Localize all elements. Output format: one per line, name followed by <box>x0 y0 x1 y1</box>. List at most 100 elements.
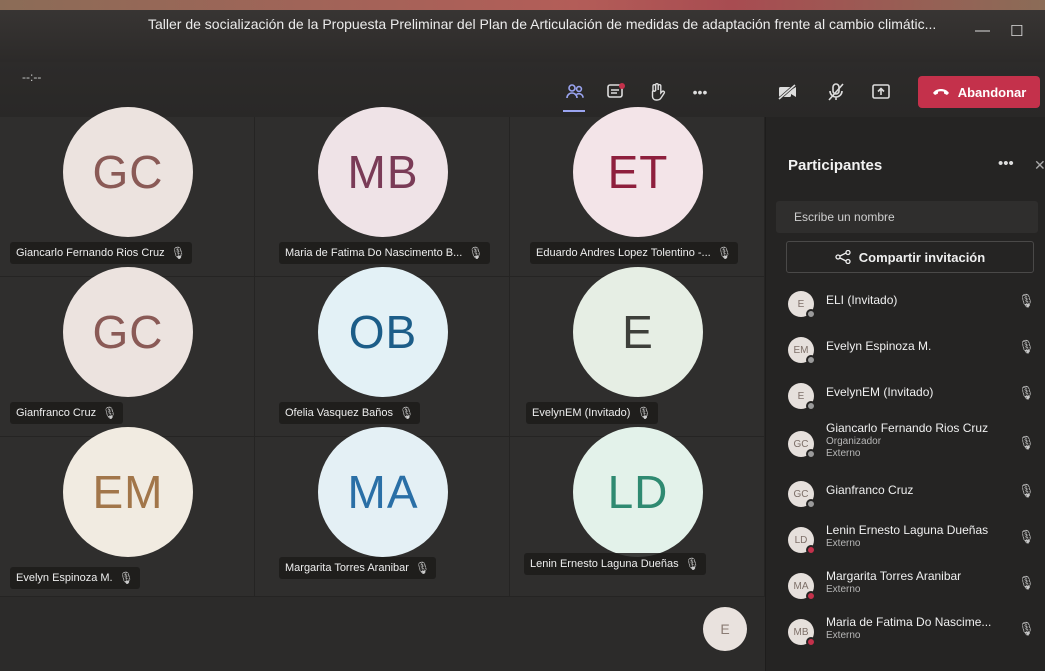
avatar: EM <box>63 427 193 557</box>
participant-name-chip: Gianfranco Cruz 🎙︎ <box>10 402 124 424</box>
participant-list-item[interactable]: GC Gianfranco Cruz 🎙︎ <box>766 475 1045 521</box>
avatar-initials: MA <box>347 466 419 518</box>
title-bar: Taller de socialización de la Propuesta … <box>0 0 1045 62</box>
chat-icon[interactable] <box>604 80 628 104</box>
camera-off-icon-svg <box>777 82 797 102</box>
video-tile[interactable]: GC Gianfranco Cruz 🎙︎ <box>0 267 255 437</box>
video-tile[interactable]: MB Maria de Fatima Do Nascimento B... 🎙︎ <box>255 107 510 277</box>
mic-off-icon: 🎙︎ <box>1018 293 1035 308</box>
avatar: LD <box>573 427 703 557</box>
avatar-initials: E <box>622 306 654 358</box>
participants-panel: Participantes ••• ✕ Escribe un nombre Co… <box>765 117 1045 671</box>
participant-name: Margarita Torres Aranibar <box>285 562 409 574</box>
avatar-initials: GC <box>92 146 164 198</box>
video-grid: GC Giancarlo Fernando Rios Cruz 🎙︎ MB Mar… <box>0 107 765 671</box>
participant-name: Evelyn Espinoza M. <box>826 339 932 353</box>
camera-off-icon[interactable] <box>776 80 800 104</box>
participant-name: Maria de Fatima Do Nascime... <box>826 615 992 629</box>
presence-status-icon <box>806 449 816 459</box>
participant-name-chip: Eduardo Andres Lopez Tolentino -... 🎙︎ <box>530 242 738 264</box>
participant-name: Gianfranco Cruz <box>16 407 97 419</box>
participant-name-chip: Giancarlo Fernando Rios Cruz 🎙︎ <box>10 242 192 264</box>
mic-off-icon: 🎙︎ <box>1018 575 1035 590</box>
video-tile[interactable]: MA Margarita Torres Aranibar 🎙︎ <box>255 427 510 597</box>
participant-name-chip: Evelyn Espinoza M. 🎙︎ <box>10 567 140 589</box>
participant-list-item[interactable]: E ELI (Invitado) 🎙︎ <box>766 285 1045 331</box>
participant-name: Margarita Torres Aranibar <box>826 569 962 583</box>
video-tile[interactable]: LD Lenin Ernesto Laguna Dueñas 🎙︎ <box>510 427 765 597</box>
participant-name-chip: Ofelia Vasquez Baños 🎙︎ <box>279 402 421 424</box>
participant-list-item[interactable]: EM Evelyn Espinoza M. 🎙︎ <box>766 331 1045 377</box>
participant-list-item[interactable]: MA Margarita Torres Aranibar Externo 🎙︎ <box>766 567 1045 613</box>
video-tile[interactable]: EM Evelyn Espinoza M. 🎙︎ <box>0 427 255 597</box>
participant-list-item[interactable]: LD Lenin Ernesto Laguna Dueñas Externo 🎙︎ <box>766 521 1045 567</box>
leave-button[interactable]: Abandonar <box>918 76 1040 108</box>
participant-name: ELI (Invitado) <box>826 293 898 307</box>
mic-off-icon: 🎙︎ <box>170 246 186 260</box>
participant-list-item[interactable]: E EvelynEM (Invitado) 🎙︎ <box>766 377 1045 423</box>
mic-off-icon: 🎙︎ <box>118 571 134 585</box>
leave-label: Abandonar <box>957 84 1027 100</box>
share-icon <box>835 250 851 264</box>
participant-name-chip: Lenin Ernesto Laguna Dueñas 🎙︎ <box>524 553 706 575</box>
mic-off-icon: 🎙︎ <box>1018 529 1035 544</box>
close-icon[interactable]: ✕ <box>1034 157 1045 174</box>
share-screen-icon[interactable] <box>869 80 893 104</box>
participant-name: Evelyn Espinoza M. <box>16 572 113 584</box>
mic-off-icon[interactable] <box>824 80 848 104</box>
participant-name: EvelynEM (Invitado) <box>532 407 631 419</box>
people-icon-svg <box>566 84 584 99</box>
participant-name: Giancarlo Fernando Rios Cruz <box>16 247 165 259</box>
people-icon[interactable] <box>563 80 587 104</box>
presence-status-icon <box>806 309 816 319</box>
avatar-initials: MB <box>793 626 809 638</box>
phone-hangup-icon <box>932 89 949 95</box>
minimize-button[interactable]: — <box>975 22 990 39</box>
self-video-avatar[interactable]: E <box>703 607 747 651</box>
mic-off-icon: 🎙︎ <box>414 561 431 575</box>
avatar: GC <box>63 267 193 397</box>
participant-role: Externo <box>826 630 861 641</box>
participant-name: Giancarlo Fernando Rios Cruz <box>826 421 989 435</box>
avatar-initials: GC <box>793 438 809 450</box>
avatar-initials: ET <box>607 146 669 198</box>
mic-off-icon: 🎙︎ <box>636 406 652 420</box>
avatar-initials: E <box>797 390 805 402</box>
presence-status-icon <box>806 355 816 365</box>
avatar: MA <box>318 427 448 557</box>
window-title: Taller de socialización de la Propuesta … <box>148 16 937 32</box>
share-invite-button[interactable]: Compartir invitación <box>786 241 1034 273</box>
invite-label: Compartir invitación <box>858 249 986 265</box>
presence-status-icon <box>806 401 816 411</box>
panel-title: Participantes <box>788 157 883 174</box>
avatar-initials: OB <box>348 306 418 358</box>
participant-name: EvelynEM (Invitado) <box>826 385 934 399</box>
screen-bezel <box>0 0 1045 10</box>
mic-off-icon: 🎙︎ <box>399 406 415 420</box>
video-tile[interactable]: OB Ofelia Vasquez Baños 🎙︎ <box>255 267 510 437</box>
participant-role: Organizador <box>826 436 882 447</box>
avatar-initials: GC <box>793 488 809 500</box>
video-tile[interactable]: GC Giancarlo Fernando Rios Cruz 🎙︎ <box>0 107 255 277</box>
more-icon[interactable]: ••• <box>688 80 712 104</box>
meeting-toolbar: --:-- ••• Abandonar <box>0 62 1045 117</box>
mic-off-icon: 🎙︎ <box>1018 385 1035 400</box>
avatar-initials: GC <box>92 306 164 358</box>
panel-more-icon[interactable]: ••• <box>998 155 1014 172</box>
participant-list-item[interactable]: GC Giancarlo Fernando Rios Cruz Organizado… <box>766 421 1045 469</box>
participant-list-item[interactable]: MB Maria de Fatima Do Nascime... Externo 🎙︎ <box>766 613 1045 659</box>
participant-search-input[interactable]: Escribe un nombre <box>776 201 1038 233</box>
meeting-timer: --:-- <box>22 70 42 84</box>
participant-name: Lenin Ernesto Laguna Dueñas <box>530 558 679 570</box>
mic-off-icon: 🎙︎ <box>102 406 118 420</box>
avatar-initials: MA <box>793 580 809 592</box>
participant-name-chip: Margarita Torres Aranibar 🎙︎ <box>279 557 437 579</box>
video-tile[interactable]: E EvelynEM (Invitado) 🎙︎ <box>510 267 765 437</box>
hand-icon[interactable] <box>645 80 669 104</box>
avatar-initials: EM <box>793 344 809 356</box>
presence-status-icon <box>806 591 816 601</box>
video-tile[interactable]: ET Eduardo Andres Lopez Tolentino -... 🎙︎ <box>510 107 765 277</box>
maximize-button[interactable]: ☐ <box>1010 22 1023 40</box>
participant-name-chip: Maria de Fatima Do Nascimento B... 🎙︎ <box>279 242 490 264</box>
mic-off-icon: 🎙︎ <box>716 246 732 260</box>
